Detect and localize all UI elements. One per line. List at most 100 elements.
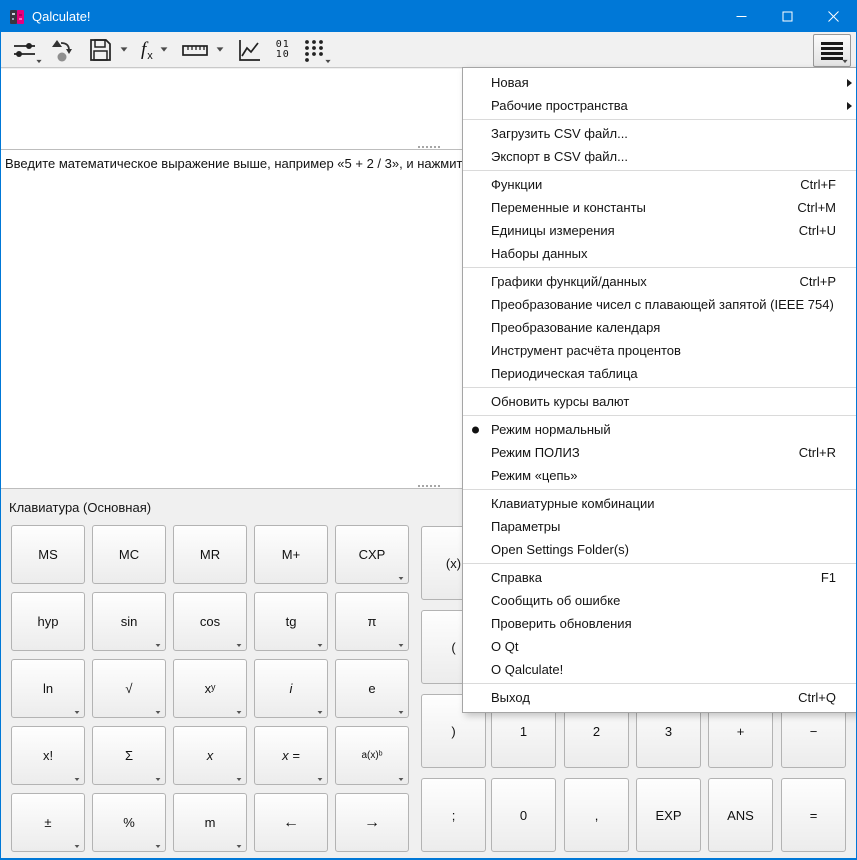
menu-item-label: Режим нормальный — [491, 422, 611, 437]
key-;[interactable]: ; — [421, 778, 486, 852]
units-button[interactable] — [177, 35, 228, 65]
key-=[interactable]: = — [781, 778, 846, 852]
menu-item[interactable]: О Qt — [463, 635, 856, 658]
maximize-button[interactable] — [764, 1, 810, 32]
key-x =[interactable]: x = — [254, 726, 328, 785]
key-x[interactable]: x — [173, 726, 247, 785]
menu-item[interactable]: Новая — [463, 71, 856, 94]
key-√[interactable]: √ — [92, 659, 166, 718]
menu-item[interactable]: Инструмент расчёта процентов — [463, 339, 856, 362]
menu-item[interactable]: Режим ПОЛИЗ Ctrl+R — [463, 441, 856, 464]
plot-button[interactable] — [233, 35, 267, 65]
menu-item-label: Новая — [491, 75, 529, 90]
menu-item[interactable]: Справка F1 — [463, 566, 856, 589]
menu-item[interactable]: Режим «цепь» — [463, 464, 856, 487]
key-xʸ[interactable]: xʸ — [173, 659, 247, 718]
dropdown-caret-icon — [317, 778, 323, 781]
menu-item[interactable]: Open Settings Folder(s) — [463, 538, 856, 561]
menu-item[interactable]: Рабочие пространства — [463, 94, 856, 117]
menu-item[interactable]: Сообщить об ошибке — [463, 589, 856, 612]
key-%[interactable]: % — [92, 793, 166, 852]
number-bases-button[interactable]: 01 10 — [272, 35, 294, 65]
menu-item[interactable]: Режим нормальный — [463, 418, 856, 441]
key-→[interactable]: → — [335, 793, 409, 852]
key-ANS[interactable]: ANS — [708, 778, 773, 852]
key-label: , — [594, 807, 599, 823]
menu-item[interactable]: Преобразование чисел с плавающей запятой… — [463, 293, 856, 316]
key-EXP[interactable]: EXP — [636, 778, 701, 852]
menu-item-label: Наборы данных — [491, 246, 588, 261]
menu-item[interactable]: Периодическая таблица — [463, 362, 856, 385]
dropdown-caret-icon — [120, 47, 128, 52]
mode-button[interactable] — [8, 35, 42, 65]
close-button[interactable] — [810, 1, 856, 32]
key-e[interactable]: e — [335, 659, 409, 718]
key-M+[interactable]: M+ — [254, 525, 328, 584]
key-i[interactable]: i — [254, 659, 328, 718]
key-Σ[interactable]: Σ — [92, 726, 166, 785]
key-m[interactable]: m — [173, 793, 247, 852]
key-tg[interactable]: tg — [254, 592, 328, 651]
menu-item-label: Параметры — [491, 519, 561, 534]
menu-item[interactable]: Единицы измерения Ctrl+U — [463, 219, 856, 242]
titlebar[interactable]: Qalculate! — [1, 1, 856, 32]
key-label: = — [809, 807, 818, 823]
menu-item[interactable]: Загрузить CSV файл... — [463, 122, 856, 145]
key-ln[interactable]: ln — [11, 659, 85, 718]
keypad-label: Клавиатура (Основная) — [9, 500, 152, 515]
key-←[interactable]: ← — [254, 793, 328, 852]
key-hyp[interactable]: hyp — [11, 592, 85, 651]
menu-separator — [463, 170, 856, 171]
menu-item[interactable]: Графики функций/данных Ctrl+P — [463, 270, 856, 293]
menu-item-label: Выход — [491, 690, 530, 705]
menu-item-shortcut: Ctrl+U — [798, 223, 836, 238]
menu-item[interactable]: Функции Ctrl+F — [463, 173, 856, 196]
key-label: tg — [285, 614, 297, 629]
key-sin[interactable]: sin — [92, 592, 166, 651]
key-MS[interactable]: MS — [11, 525, 85, 584]
menu-item[interactable]: Клавиатурные комбинации — [463, 492, 856, 515]
menu-item-label: Переменные и константы — [491, 200, 646, 215]
key-±[interactable]: ± — [11, 793, 85, 852]
key-a(x)ᵇ[interactable]: a(x)ᵇ — [335, 726, 409, 785]
menu-item[interactable]: О Qalculate! — [463, 658, 856, 681]
dropdown-caret-icon — [36, 59, 42, 63]
menu-item[interactable]: Экспорт в CSV файл... — [463, 145, 856, 168]
menu-item-label: Рабочие пространства — [491, 98, 628, 113]
menu-item-label: Экспорт в CSV файл... — [491, 149, 628, 164]
menu-item[interactable]: Проверить обновления — [463, 612, 856, 635]
key-label: MR — [199, 547, 221, 562]
workspace-button[interactable] — [46, 35, 79, 65]
menu-item-label: Функции — [491, 177, 543, 192]
menu-item[interactable]: Обновить курсы валют — [463, 390, 856, 413]
key-π[interactable]: π — [335, 592, 409, 651]
menu-item[interactable]: Переменные и константы Ctrl+M — [463, 196, 856, 219]
menu-item-shortcut: F1 — [820, 570, 836, 585]
key-label: % — [123, 815, 135, 830]
key-MC[interactable]: MC — [92, 525, 166, 584]
dropdown-caret-icon — [236, 644, 242, 647]
key-label: sin — [120, 614, 138, 629]
save-button[interactable] — [84, 35, 132, 65]
key-label: ± — [44, 815, 52, 830]
menu-item[interactable]: Выход Ctrl+Q — [463, 686, 856, 709]
key-x![interactable]: x! — [11, 726, 85, 785]
menu-item[interactable]: Параметры — [463, 515, 856, 538]
functions-button[interactable]: fx — [137, 35, 172, 65]
menu-item[interactable]: Наборы данных — [463, 242, 856, 265]
menu-item-label: Единицы измерения — [491, 223, 615, 238]
splitter-dots-icon[interactable] — [417, 485, 440, 487]
key-CXP[interactable]: CXP — [335, 525, 409, 584]
key-MR[interactable]: MR — [173, 525, 247, 584]
key-cos[interactable]: cos — [173, 592, 247, 651]
sliders-icon — [12, 37, 37, 63]
minimize-button[interactable] — [718, 1, 764, 32]
key-label: (x) — [445, 555, 462, 571]
main-menu-button[interactable] — [813, 34, 851, 67]
menu-item[interactable]: Преобразование календаря — [463, 316, 856, 339]
key-label: a(x)ᵇ — [361, 750, 383, 761]
key-label: hyp — [37, 614, 59, 629]
keypad-toggle-button[interactable] — [299, 35, 331, 65]
key-,[interactable]: , — [564, 778, 629, 852]
key-0[interactable]: 0 — [491, 778, 556, 852]
